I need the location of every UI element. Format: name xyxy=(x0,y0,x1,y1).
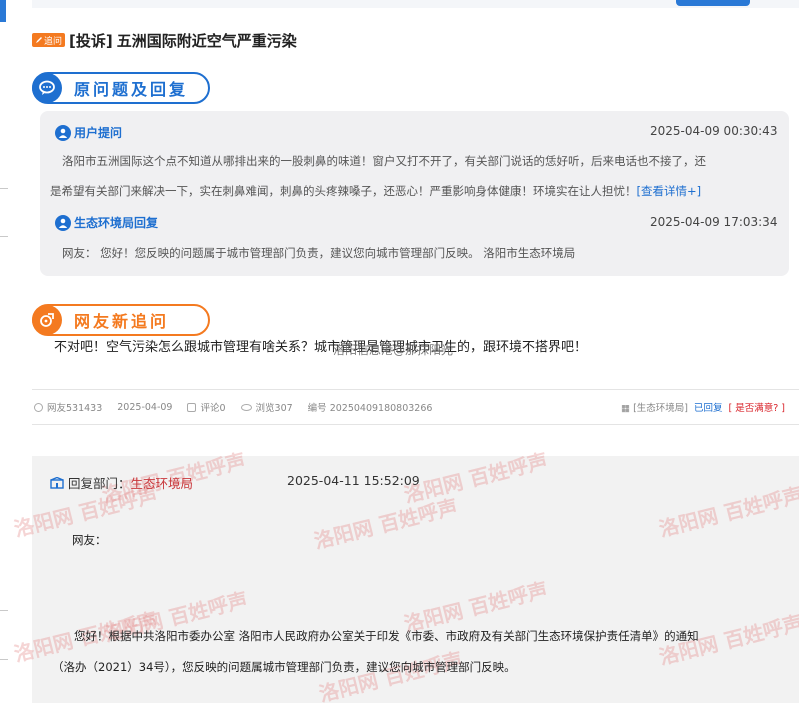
meta-comments[interactable]: 评论0 xyxy=(187,400,226,414)
question-line-2-text: 是希望有关部门来解决一下，实在刺鼻难闻，刺鼻的头疼辣嗓子，还恶心！严重影响身体健… xyxy=(50,184,637,198)
question-line-1: 洛阳市五洲国际这个点不知道从哪排出来的一股刺鼻的味道！窗户又打不开了，有关部门说… xyxy=(62,154,706,168)
meta-views-count: 浏览307 xyxy=(255,403,293,414)
chat-bubble-icon xyxy=(32,73,62,103)
reply-dept-label: 回复部门： xyxy=(68,476,131,491)
meta-comments-count: 评论0 xyxy=(200,403,226,414)
left-edge-tick xyxy=(0,659,8,660)
section-original-label: 原问题及回复 xyxy=(74,80,189,99)
followup-tag: 追问 xyxy=(32,33,66,47)
section-followup-label: 网友新追问 xyxy=(74,312,170,331)
eye-icon xyxy=(240,403,252,411)
answer-text: 网友： 您好！您反映的问题属于城市管理部门负责，建议您向城市管理部门反映。 洛阳… xyxy=(62,246,576,260)
followup-icon xyxy=(32,305,62,335)
left-edge-accent xyxy=(0,0,6,22)
reply-dept-name: 生态环境局 xyxy=(130,476,194,491)
title-text: 五洲国际附近空气严重污染 xyxy=(116,31,297,50)
meta-bar: 网友531433 2025-04-09 评论0 浏览307 编号 2025040… xyxy=(32,389,799,425)
reply-greeting: 网友： xyxy=(72,533,107,547)
question-header: 用户提问 xyxy=(55,124,122,141)
site-watermark: 洛阳信息港@那抹阳光 xyxy=(333,343,454,357)
meta-user[interactable]: 网友531433 xyxy=(34,400,102,414)
qa-box: 用户提问 2025-04-09 00:30:43 洛阳市五洲国际这个点不知道从哪… xyxy=(40,111,789,276)
page-title: 追问 [投诉] 五洲国际附近空气严重污染 xyxy=(32,30,297,50)
pen-icon xyxy=(36,37,42,43)
reply-time: 2025-04-11 15:52:09 xyxy=(287,473,420,488)
question-label: 用户提问 xyxy=(74,126,123,140)
watermark-stamp: 洛阳网 百姓呼声 xyxy=(311,494,461,554)
meta-status: ▦ [生态环境局] 已回复 [ 是否满意? ] xyxy=(621,390,785,424)
question-line-2: 是希望有关部门来解决一下，实在刺鼻难闻，刺鼻的头疼辣嗓子，还恶心！严重影响身体健… xyxy=(50,178,701,205)
left-edge-fragment xyxy=(0,0,10,703)
reply-line-1: 您好！根据中共洛阳市委办公室 洛阳市人民政府办公室关于印发《市委、市政府及有关部… xyxy=(74,629,699,643)
section-original-header: 原问题及回复 xyxy=(32,72,210,104)
meta-dept[interactable]: ▦ [生态环境局] xyxy=(621,400,688,414)
followup-tag-label: 追问 xyxy=(44,36,63,47)
meta-views: 浏览307 xyxy=(240,400,293,414)
meta-dept-name: [生态环境局] xyxy=(633,403,688,414)
meta-number: 编号 20250409180803266 xyxy=(307,403,433,414)
answer-label: 生态环境局回复 xyxy=(74,216,159,230)
left-edge-tick xyxy=(0,188,8,189)
answer-header: 生态环境局回复 xyxy=(55,214,158,231)
meta-date: 2025-04-09 xyxy=(117,401,173,413)
reply-line-2: （洛办（2021）34号），您反映的问题属城市管理部门负责，建议您向城市管理部门… xyxy=(52,660,516,674)
section-followup-header: 网友新追问 xyxy=(32,304,210,336)
building-icon: ▦ xyxy=(621,403,631,414)
user-icon xyxy=(34,402,43,412)
building-icon xyxy=(50,476,64,489)
left-edge-tick xyxy=(0,236,8,237)
official-reply: 洛阳网 百姓呼声 洛阳网 百姓呼声 洛阳网 百姓呼声 洛阳网 百姓呼声 洛阳网 … xyxy=(12,449,799,703)
meta-user-name: 网友531433 xyxy=(47,403,103,414)
department-icon xyxy=(55,214,71,231)
comment-icon xyxy=(187,402,197,412)
left-edge-tick xyxy=(0,610,8,611)
question-time: 2025-04-09 00:30:43 xyxy=(650,124,778,138)
followup-text: 不对吧！空气污染怎么跟城市管理有啥关系？城市管理是管理城市卫生的，跟环境不搭界吧… xyxy=(54,340,588,355)
title-bracket: [投诉] xyxy=(69,31,113,50)
view-detail-link[interactable]: [查看详情+] xyxy=(637,184,702,198)
meta-replied-badge: 已回复 xyxy=(693,403,723,414)
top-action-button[interactable] xyxy=(676,0,750,6)
watermark-stamp: 洛阳网 百姓呼声 xyxy=(656,482,799,542)
user-icon xyxy=(55,124,71,141)
answer-time: 2025-04-09 17:03:34 xyxy=(650,215,778,229)
satisfaction-link[interactable]: [ 是否满意? ] xyxy=(729,400,786,414)
reply-header: 回复部门： 生态环境局 xyxy=(50,473,193,492)
